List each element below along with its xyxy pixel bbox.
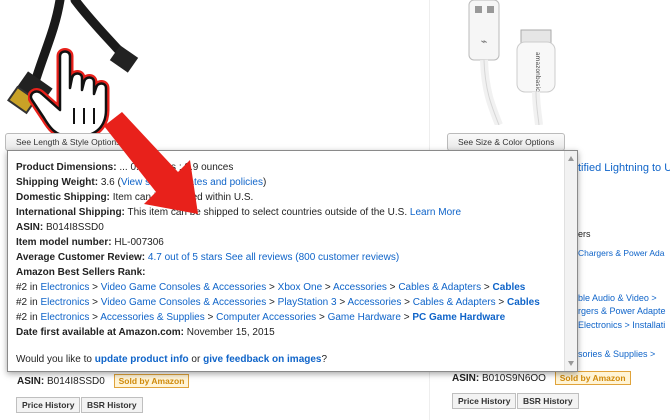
average-review-row: Average Customer Review: 4.7 out of 5 st… xyxy=(16,250,561,265)
date-available-row: Date first available at Amazon.com: Nove… xyxy=(16,325,561,340)
rank-category-link[interactable]: Accessories xyxy=(347,297,401,308)
rank-category-link[interactable]: Xbox One xyxy=(278,282,322,293)
left-price-history-button[interactable]: Price History xyxy=(16,397,81,413)
right-asin-row: ASIN: B010S9N6OO Sold by Amazon xyxy=(452,371,631,385)
date-available-label: Date first available at Amazon.com: xyxy=(16,327,185,338)
best-sellers-rank-row: Amazon Best Sellers Rank: xyxy=(16,265,561,280)
date-available-value: November 15, 2015 xyxy=(186,327,275,338)
right-fragment-3a[interactable]: ble Audio & Video > xyxy=(578,293,657,303)
right-product-title[interactable]: tified Lightning to U xyxy=(578,162,670,174)
rank-number: #2 in xyxy=(16,297,38,308)
left-sold-badge: Sold by Amazon xyxy=(113,374,190,388)
svg-text:⌁: ⌁ xyxy=(481,35,488,48)
average-review-label: Average Customer Review: xyxy=(16,252,146,263)
model-number-row: Item model number: HL-007306 xyxy=(16,235,561,250)
rank-category-link[interactable]: Game Hardware xyxy=(328,312,401,323)
asin-value: B014I8SSD0 xyxy=(46,222,104,233)
left-asin-value: B014I8SSD0 xyxy=(47,376,105,387)
rank-category-link[interactable]: PlayStation 3 xyxy=(278,297,337,308)
scroll-up-icon[interactable] xyxy=(568,156,574,161)
rank-category-link[interactable]: Electronics xyxy=(40,312,89,323)
learn-more-link[interactable]: Learn More xyxy=(410,207,461,218)
asin-label: ASIN: xyxy=(16,222,44,233)
rank-category-link[interactable]: Electronics xyxy=(40,297,89,308)
give-feedback-link[interactable]: give feedback on images xyxy=(203,354,321,365)
see-all-reviews-link[interactable]: See all reviews xyxy=(225,252,292,263)
rank-category-link[interactable]: Video Game Consoles & Accessories xyxy=(101,282,266,293)
update-product-info-link[interactable]: update product info xyxy=(95,354,189,365)
rank-category-link[interactable]: Video Game Consoles & Accessories xyxy=(101,297,266,308)
rank-category-link[interactable]: Electronics xyxy=(40,282,89,293)
rank-number: #2 in xyxy=(16,282,38,293)
asin-row: ASIN: B014I8SSD0 xyxy=(16,220,561,235)
feedback-prefix: Would you like to xyxy=(16,354,92,365)
rank-row: #2 in Electronics > Accessories & Suppli… xyxy=(16,312,506,323)
popup-scrollbar[interactable] xyxy=(564,151,577,371)
rank-category-link[interactable]: Accessories & Supplies xyxy=(100,312,205,323)
rank-leaf-link[interactable]: Cables xyxy=(507,297,540,308)
rank-category-link[interactable]: Computer Accessories xyxy=(216,312,316,323)
right-asin-label: ASIN: xyxy=(452,373,480,384)
model-number-label: Item model number: xyxy=(16,237,112,248)
model-number-value: HL-007306 xyxy=(114,237,164,248)
left-asin-label: ASIN: xyxy=(17,376,45,387)
rank-category-link[interactable]: Cables & Adapters xyxy=(413,297,496,308)
right-asin-value: B010S9N6OO xyxy=(482,373,546,384)
lightning-cable-image[interactable]: ⌁ amazonbasics xyxy=(463,0,583,125)
red-arrow-icon xyxy=(104,112,198,214)
right-bsr-history-button[interactable]: BSR History xyxy=(517,393,579,409)
rank-leaf-link[interactable]: Cables xyxy=(493,282,526,293)
review-count-link[interactable]: (800 customer reviews) xyxy=(295,252,399,263)
cable-brand-text: amazonbasics xyxy=(534,52,541,95)
rank-row: #2 in Electronics > Video Game Consoles … xyxy=(16,282,526,293)
rank-category-link[interactable]: Cables & Adapters xyxy=(398,282,481,293)
scroll-down-icon[interactable] xyxy=(568,361,574,366)
feedback-suffix: ? xyxy=(321,354,328,365)
left-asin-row: ASIN: B014I8SSD0 Sold by Amazon xyxy=(17,374,190,388)
rank-category-link[interactable]: Accessories xyxy=(333,282,387,293)
feedback-row: Would you like to update product info or… xyxy=(16,352,561,367)
feedback-or: or xyxy=(191,354,201,365)
rank-number: #2 in xyxy=(16,312,38,323)
right-fragment-4[interactable]: sories & Supplies > xyxy=(578,349,655,359)
rank-row: #2 in Electronics > Video Game Consoles … xyxy=(16,297,540,308)
right-fragment-1: ers xyxy=(578,229,591,239)
right-fragment-3c[interactable]: Electronics > Installati xyxy=(578,320,665,330)
right-price-history-button[interactable]: Price History xyxy=(452,393,517,409)
right-fragment-2[interactable]: Chargers & Power Ada xyxy=(578,248,664,258)
right-fragment-3b[interactable]: rgers & Power Adapte xyxy=(578,306,666,316)
right-sold-badge: Sold by Amazon xyxy=(554,371,631,385)
left-bsr-history-button[interactable]: BSR History xyxy=(81,397,143,413)
review-stars-link[interactable]: 4.7 out of 5 stars xyxy=(148,252,223,263)
rank-leaf-link[interactable]: PC Game Hardware xyxy=(412,312,505,323)
best-sellers-rank-label: Amazon Best Sellers Rank: xyxy=(16,267,146,278)
size-color-options-button[interactable]: See Size & Color Options xyxy=(447,133,566,151)
